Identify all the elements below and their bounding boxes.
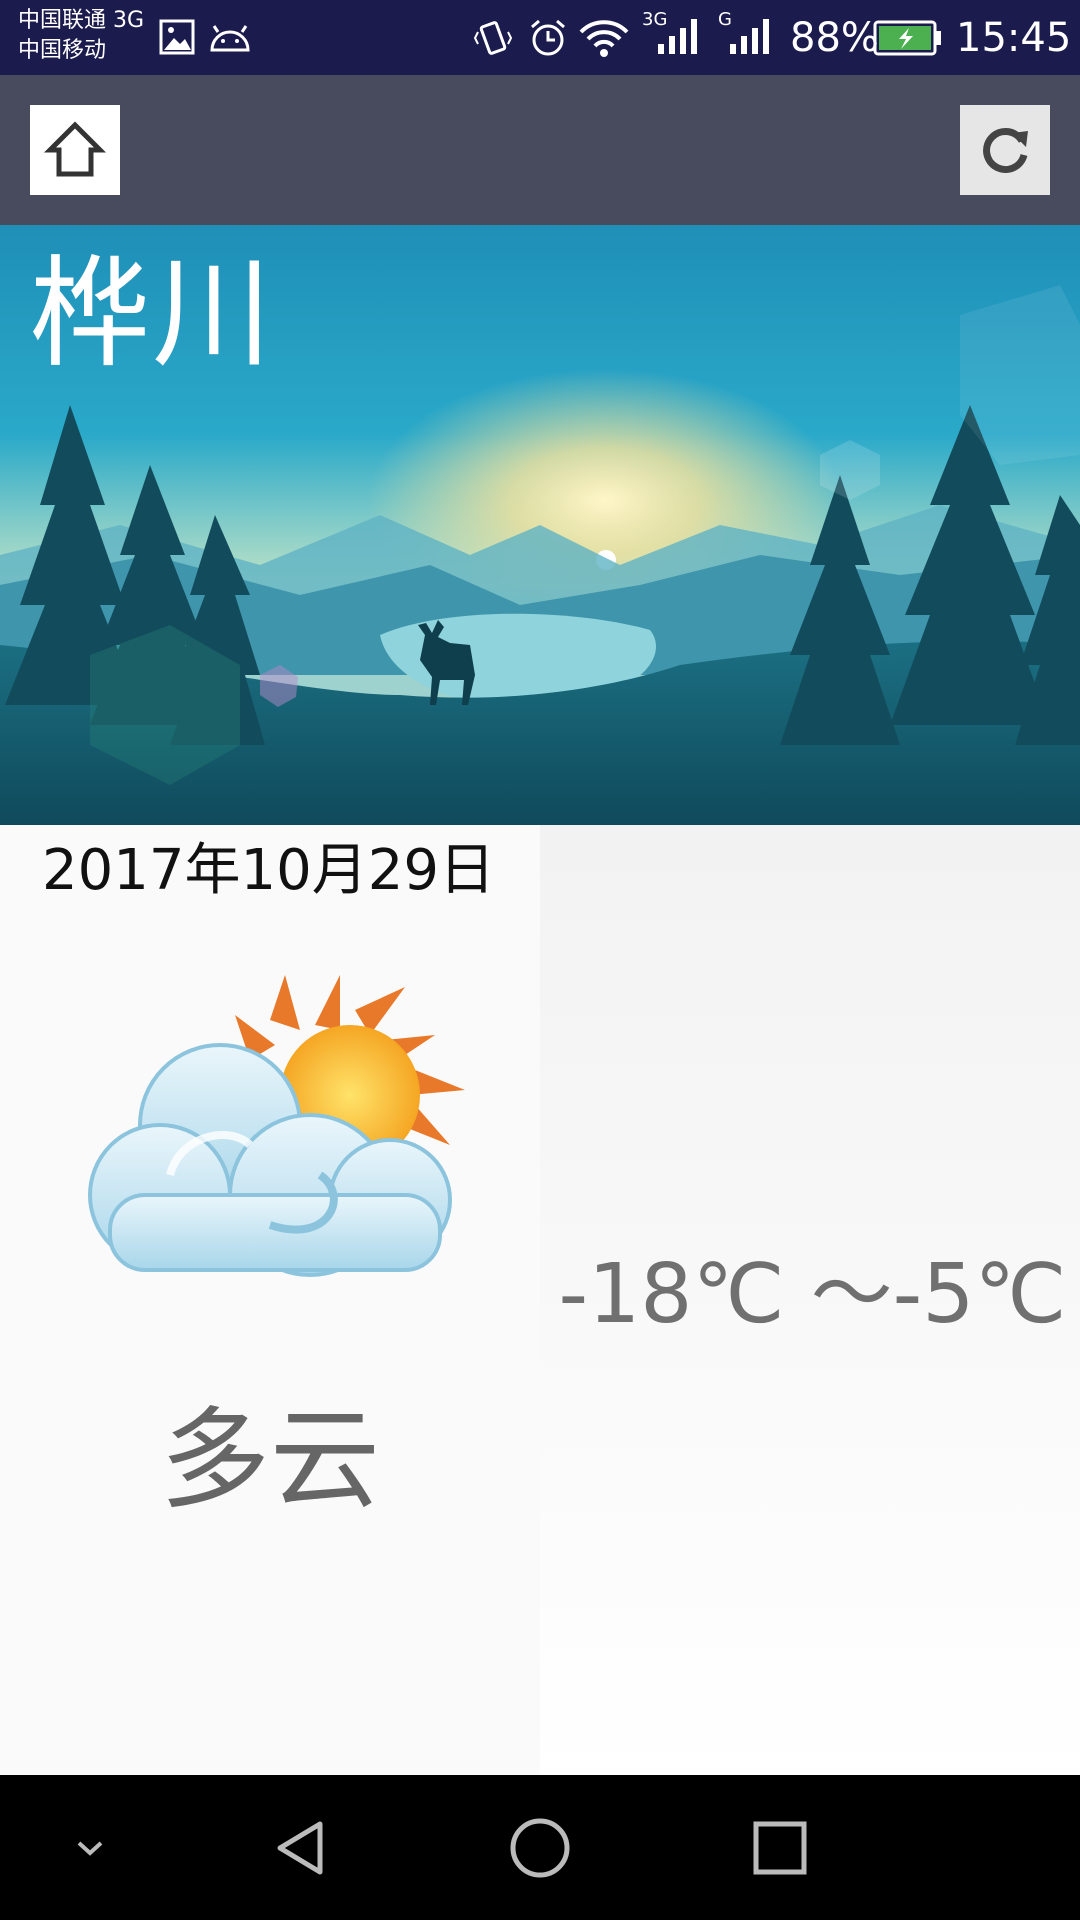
recents-button[interactable] [730, 1775, 830, 1920]
hide-nav-button[interactable] [60, 1775, 120, 1920]
navigation-bar [0, 1775, 1080, 1920]
battery-icon [873, 20, 941, 56]
alarm-icon [531, 19, 565, 56]
signal-icon [658, 19, 697, 54]
home-button[interactable] [30, 105, 120, 195]
back-button[interactable] [250, 1775, 350, 1920]
battery-percent: 88% [790, 15, 879, 61]
hero-banner: 桦川 [0, 225, 1080, 825]
back-icon [277, 1821, 323, 1874]
app-bar [0, 75, 1080, 225]
refresh-button[interactable] [960, 105, 1050, 195]
temperature-range: -18℃ ～-5℃ [558, 1247, 1067, 1342]
recents-icon [753, 1821, 807, 1874]
refresh-icon [983, 128, 1028, 173]
home-circle-icon [510, 1818, 570, 1877]
weather-condition: 多云 [160, 1396, 380, 1524]
android-icon [210, 25, 250, 52]
carrier-1: 中国联通 3G [18, 8, 145, 33]
city-name: 桦川 [30, 245, 274, 384]
carrier-2: 中国移动 [18, 38, 107, 63]
status-bar: 中国联通 3G 中国移动 3G G 88% 15:45 [0, 0, 1080, 75]
gallery-icon [159, 19, 195, 55]
wifi-icon [579, 20, 629, 57]
home-nav-button[interactable] [490, 1775, 590, 1920]
clock: 15:45 [956, 15, 1072, 61]
signal-icon [730, 19, 769, 54]
forecast-date: 2017年10月29日 [42, 838, 496, 903]
vibrate-icon [473, 21, 513, 55]
home-icon [44, 121, 106, 177]
chevron-down-icon [77, 1841, 103, 1856]
weather-left-panel [0, 825, 540, 1775]
partly-cloudy-icon [88, 975, 465, 1277]
carrier-info: 中国联通 3G 中国移动 [18, 6, 144, 66]
